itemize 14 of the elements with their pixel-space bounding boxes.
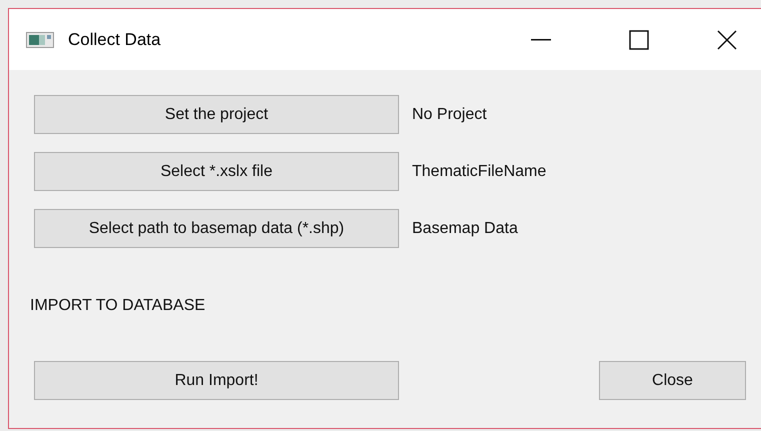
window-title: Collect Data: [68, 28, 161, 51]
status-label: ThematicFileName: [412, 162, 546, 182]
action-button[interactable]: Select path to basemap data (*.shp): [34, 209, 399, 248]
minimize-icon[interactable]: [531, 38, 551, 40]
status-label: Basemap Data: [412, 218, 518, 238]
run-import-button[interactable]: Run Import!: [34, 361, 399, 400]
app-icon: [26, 32, 54, 48]
close-icon[interactable]: [717, 30, 737, 50]
section-label: IMPORT TO DATABASE: [30, 296, 206, 316]
maximize-icon[interactable]: [629, 30, 649, 50]
status-label: No Project: [412, 104, 487, 124]
action-button[interactable]: Select *.xslx file: [34, 152, 399, 191]
action-button[interactable]: Set the project: [34, 95, 399, 134]
close-button[interactable]: Close: [599, 361, 746, 400]
